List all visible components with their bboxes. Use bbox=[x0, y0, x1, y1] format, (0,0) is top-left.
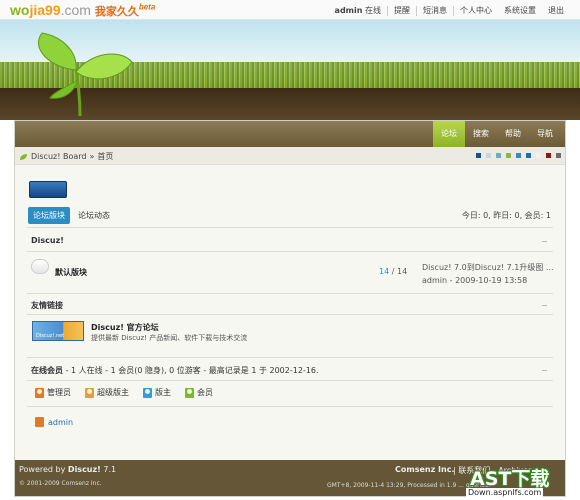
forum-stats: 今日: 0, 昨日: 0, 会员: 1 bbox=[461, 211, 551, 220]
user-group-icon bbox=[185, 387, 194, 398]
main-nav: 论坛 搜索 帮助 导航 bbox=[15, 121, 565, 147]
legend-item: 会员 bbox=[185, 387, 213, 398]
online-user-name[interactable]: admin bbox=[48, 418, 73, 427]
logo-part: jia99 bbox=[29, 2, 61, 18]
forum-status-icon bbox=[31, 259, 49, 274]
logo-part: .com bbox=[60, 2, 91, 18]
last-post-time: 2009-10-19 13:58 bbox=[455, 276, 528, 285]
online-user[interactable]: admin bbox=[35, 417, 73, 427]
header-banner bbox=[0, 20, 580, 120]
nav-remind[interactable]: 提醒 bbox=[388, 5, 416, 16]
breadcrumb-current: 首页 bbox=[97, 152, 114, 161]
legend-item: 管理员 bbox=[35, 387, 71, 398]
collapse-toggle[interactable] bbox=[542, 305, 547, 310]
logo-part: wo bbox=[10, 2, 30, 18]
style-swatches bbox=[471, 153, 561, 158]
breadcrumb-separator: » bbox=[89, 152, 95, 161]
logo-badge: beta bbox=[138, 2, 156, 12]
divider bbox=[27, 251, 553, 252]
divider bbox=[27, 227, 553, 228]
collapse-toggle[interactable] bbox=[542, 370, 547, 375]
style-swatch[interactable] bbox=[486, 153, 491, 158]
legend-label: 超级版主 bbox=[97, 388, 129, 397]
sprout-icon bbox=[37, 32, 133, 117]
style-swatch[interactable] bbox=[556, 153, 561, 158]
subtabs: 论坛版块 论坛动态 bbox=[28, 207, 118, 224]
forum-last-post: Discuz! 7.0到Discuz! 7.1升级图 ... admin - 2… bbox=[422, 261, 554, 285]
style-swatch[interactable] bbox=[476, 153, 481, 158]
style-swatch[interactable] bbox=[526, 153, 531, 158]
watermark-url: Down.aspnlfs.com bbox=[466, 488, 544, 497]
tab-help[interactable]: 帮助 bbox=[497, 121, 529, 147]
online-label[interactable]: 在线会员 bbox=[31, 366, 63, 375]
powered-by: Powered by Discuz! 7.1 bbox=[19, 465, 117, 474]
partner-logo[interactable]: Discuz!.net bbox=[32, 321, 84, 341]
user-group-icon bbox=[35, 387, 44, 398]
style-swatch[interactable] bbox=[516, 153, 521, 158]
last-post-author[interactable]: admin bbox=[422, 276, 447, 285]
nav-user[interactable]: admin 在线 bbox=[329, 5, 387, 16]
partner-name[interactable]: Discuz! 官方论坛 bbox=[91, 322, 159, 333]
forum-name[interactable]: 默认版块 bbox=[55, 267, 87, 278]
subtab-activity[interactable]: 论坛动态 bbox=[73, 207, 115, 224]
copyright: © 2001-2009 Comsenz Inc. bbox=[19, 480, 102, 487]
site-logo[interactable]: wojia99.com 我家久久beta bbox=[10, 2, 155, 19]
category-title[interactable]: Discuz! bbox=[31, 236, 64, 245]
collapse-toggle[interactable] bbox=[542, 241, 547, 246]
tab-navigation[interactable]: 导航 bbox=[529, 121, 561, 147]
divider bbox=[27, 293, 553, 294]
partner-description: 提供最新 Discuz! 产品新闻、软件下载与技术交流 bbox=[91, 334, 248, 342]
nav-settings[interactable]: 系统设置 bbox=[498, 5, 542, 16]
tab-search[interactable]: 搜索 bbox=[465, 121, 497, 147]
breadcrumb-bar: Discuz! Board » 首页 bbox=[15, 147, 565, 165]
tab-forum[interactable]: 论坛 bbox=[433, 121, 465, 147]
watermark-logo: AST下载 bbox=[470, 468, 550, 490]
forum-row: 默认版块 14 / 14 Discuz! 7.0到Discuz! 7.1升级图 … bbox=[29, 259, 555, 293]
board-logo bbox=[29, 181, 67, 198]
company-link[interactable]: Comsenz Inc. bbox=[395, 465, 454, 474]
online-info: 在线会员 - 1 人在线 - 1 会员(0 隐身), 0 位游客 - 最高记录是… bbox=[31, 366, 319, 375]
style-swatch[interactable] bbox=[546, 153, 551, 158]
leaf-icon bbox=[20, 153, 27, 160]
legend-item: 超级版主 bbox=[85, 387, 129, 398]
legend-label: 会员 bbox=[197, 388, 213, 397]
user-group-icon bbox=[85, 387, 94, 398]
links-title[interactable]: 友情链接 bbox=[31, 300, 63, 311]
user-group-icon bbox=[143, 387, 152, 398]
subtab-forums[interactable]: 论坛版块 bbox=[28, 207, 70, 224]
nav-profile[interactable]: 个人中心 bbox=[454, 5, 498, 16]
legend-label: 版主 bbox=[155, 388, 171, 397]
divider bbox=[27, 380, 553, 381]
top-nav: admin 在线 提醒 短消息 个人中心 系统设置 退出 bbox=[329, 5, 570, 16]
legend-item: 版主 bbox=[143, 387, 171, 398]
breadcrumb: Discuz! Board » 首页 bbox=[19, 151, 113, 162]
divider bbox=[27, 357, 553, 358]
main-container: 论坛 搜索 帮助 导航 Discuz! Board » 首页 论坛版块 论坛动态… bbox=[14, 120, 566, 497]
logo-chinese: 我家久久 bbox=[94, 6, 139, 18]
watermark: AST下载 Down.aspnlfs.com bbox=[462, 464, 580, 500]
nav-messages[interactable]: 短消息 bbox=[417, 5, 453, 16]
divider bbox=[27, 406, 553, 407]
user-icon bbox=[35, 417, 44, 427]
style-swatch[interactable] bbox=[496, 153, 501, 158]
breadcrumb-home[interactable]: Discuz! Board bbox=[31, 152, 86, 161]
forum-count: 14 / 14 bbox=[379, 267, 408, 276]
top-bar: wojia99.com 我家久久beta admin 在线 提醒 短消息 个人中… bbox=[0, 0, 580, 20]
brand-link[interactable]: Discuz! bbox=[68, 465, 101, 474]
nav-logout[interactable]: 退出 bbox=[542, 5, 570, 16]
divider bbox=[27, 314, 553, 315]
last-post-title[interactable]: Discuz! 7.0到Discuz! 7.1升级图 ... bbox=[422, 261, 554, 274]
style-swatch[interactable] bbox=[536, 153, 541, 158]
member-legend: 管理员 超级版主 版主 会员 bbox=[35, 387, 227, 398]
legend-label: 管理员 bbox=[47, 388, 71, 397]
style-swatch[interactable] bbox=[506, 153, 511, 158]
